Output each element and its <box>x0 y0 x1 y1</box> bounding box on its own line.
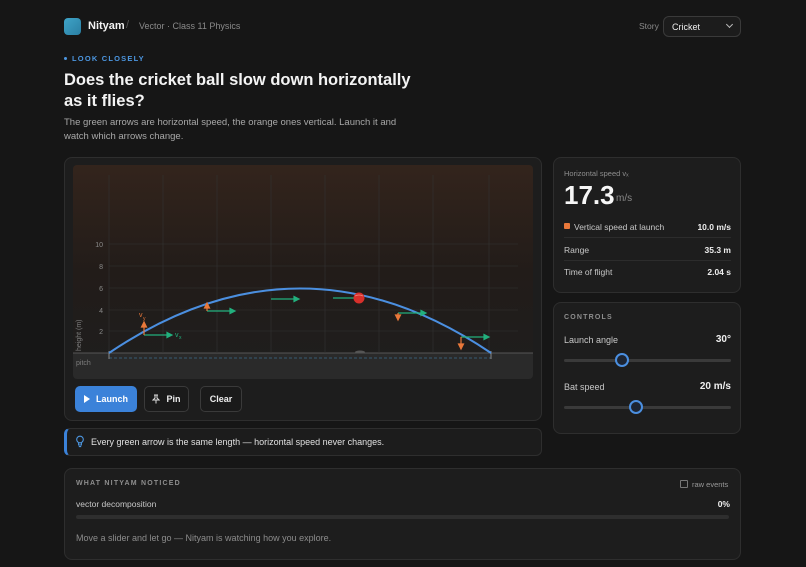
bat-speed-label: Bat speed <box>564 382 605 392</box>
horizontal-speed-label: Horizontal speed vₓ <box>564 169 629 178</box>
y-tick-label: 2 <box>99 329 103 336</box>
stat-value-vertical-speed: 10.0 m/s <box>697 222 731 232</box>
cricket-ball <box>353 292 365 304</box>
breadcrumb: Vector · Class 11 Physics <box>139 21 241 31</box>
stat-label-time-of-flight: Time of flight <box>564 267 613 277</box>
page-title: Does the cricket ball slow down horizont… <box>64 71 411 110</box>
y-tick-label: 10 <box>95 242 103 249</box>
y-axis-label: height (m) <box>76 319 83 351</box>
app-logo <box>64 18 81 35</box>
launch-angle-label: Launch angle <box>564 335 619 345</box>
launch-angle-slider[interactable] <box>564 359 731 362</box>
pin-button[interactable]: Pin <box>144 386 189 412</box>
horizontal-speed-value: 17.3 <box>564 180 615 210</box>
stat-divider <box>564 260 731 261</box>
footnote: Move a slider and let go — Nityam is wat… <box>76 533 332 543</box>
stat-value-time-of-flight: 2.04 s <box>707 267 731 277</box>
bat-speed-value: 20 m/s <box>699 381 731 392</box>
raw-events-label[interactable]: raw events <box>692 480 728 489</box>
bat-speed-slider[interactable] <box>564 406 731 409</box>
metric-value: 0% <box>717 499 730 509</box>
y-tick-label: 4 <box>99 308 103 315</box>
raw-events-checkbox[interactable] <box>680 480 688 488</box>
stat-label-range: Range <box>564 245 590 255</box>
stat-divider <box>564 237 731 238</box>
page-subtitle: The green arrows are horizontal speed, t… <box>64 117 397 142</box>
launch-button[interactable]: Launch <box>75 386 137 412</box>
horizontal-speed-unit: m/s <box>616 193 633 204</box>
story-label: Story <box>639 21 659 31</box>
eyebrow-dot-icon <box>64 56 67 60</box>
ground-label: pitch <box>76 360 91 367</box>
clear-button[interactable]: Clear <box>200 386 242 412</box>
story-selected-value: Cricket <box>672 22 701 32</box>
landing-shadow <box>355 350 365 354</box>
metric-progress-bar <box>76 515 729 519</box>
brand-name: Nityam <box>88 20 125 32</box>
vertical-speed-swatch-icon <box>564 223 570 229</box>
chevron-down-icon <box>725 20 734 29</box>
hint-text: Every green arrow is the same length — h… <box>91 437 385 447</box>
story-select[interactable]: Cricket <box>663 16 741 37</box>
y-tick-label: 6 <box>99 286 103 293</box>
launch-angle-value: 30° <box>715 334 731 345</box>
eyebrow: LOOK CLOSELY <box>64 54 145 63</box>
play-icon <box>83 395 90 403</box>
controls-panel <box>553 302 741 434</box>
stat-value-range: 35.3 m <box>704 245 731 255</box>
controls-heading: CONTROLS <box>564 314 613 321</box>
lightbulb-icon <box>76 435 84 448</box>
bat-speed-slider-thumb[interactable] <box>628 400 643 414</box>
simulation-canvas[interactable]: 10 8 6 4 2 height (m) pitch v y v x <box>73 165 533 379</box>
y-tick-label: 8 <box>99 264 103 271</box>
noticed-heading: WHAT NITYAM NOTICED <box>76 480 181 487</box>
pin-icon <box>152 394 161 404</box>
metric-label: vector decomposition <box>76 499 157 509</box>
breadcrumb-separator: / <box>126 19 130 31</box>
trajectory-plot: 10 8 6 4 2 height (m) pitch v y v x <box>73 165 533 379</box>
